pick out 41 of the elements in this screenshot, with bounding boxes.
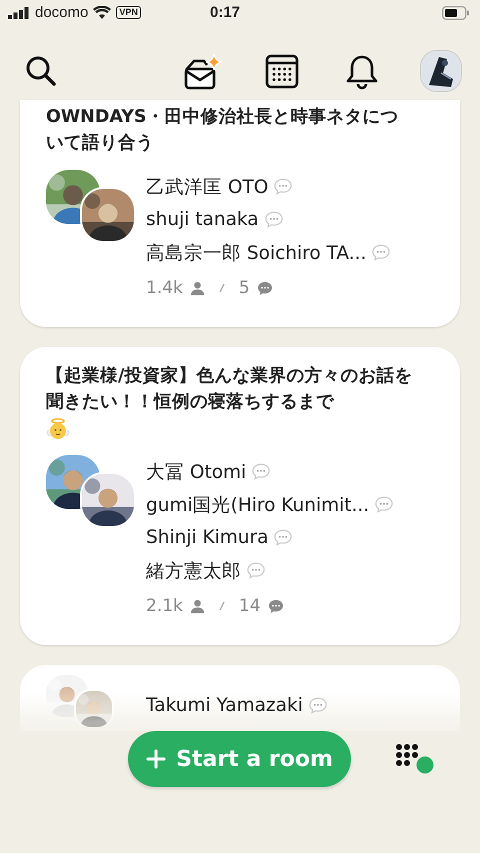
chat-bubble-icon bbox=[247, 562, 265, 579]
speaker-name: Shinji Kimura bbox=[146, 527, 268, 548]
chat-bubble-icon bbox=[372, 244, 390, 261]
room-card[interactable]: 【起業様/投資家】色んな業界の方々のお話を聞きたい！！恒例の寝落ちするまで 大冨 Otomi gumi国光(Hiro Kunimit... Shinji Kimura 緒方憲太郎 2.1k 14 bbox=[20, 347, 460, 645]
chat-bubble-icon bbox=[252, 463, 270, 480]
room-title: OWNDAYS・田中修治社長と時事ネタについて語り合う bbox=[46, 107, 398, 153]
speaker-name: Takumi Yamazaki bbox=[146, 695, 303, 716]
chat-bubble-icon bbox=[268, 598, 284, 614]
dial-grid-icon[interactable] bbox=[395, 743, 435, 775]
vpn-badge: VPN bbox=[116, 6, 141, 19]
room-card[interactable]: Takumi Yamazaki bbox=[20, 665, 460, 731]
chat-bubble-icon bbox=[308, 697, 327, 714]
chat-bubble-icon bbox=[375, 496, 394, 513]
speaker-count: 14 bbox=[238, 596, 261, 616]
chat-bubble-icon bbox=[274, 529, 292, 546]
envelope-sparkle-icon[interactable] bbox=[182, 52, 222, 92]
room-title: 【起業様/投資家】色んな業界の方々のお話を聞きたい！！恒例の寝落ちするまで bbox=[46, 366, 412, 412]
signal-icon bbox=[8, 6, 30, 18]
person-icon bbox=[190, 280, 205, 296]
profile-avatar[interactable] bbox=[420, 50, 462, 92]
battery-icon bbox=[442, 6, 470, 20]
carrier-name: docomo bbox=[35, 4, 88, 21]
clock-time: 0:17 bbox=[208, 4, 242, 21]
slash-icon bbox=[218, 600, 226, 612]
speaker-name: 大冨 Otomi bbox=[146, 461, 246, 484]
room-card[interactable]: OWNDAYS・田中修治社長と時事ネタについて語り合う 乙武洋匡 OTO shuji tanaka 高島宗一郎 Soichiro TA... 1.4k 5 bbox=[20, 100, 460, 327]
speaker-name: 高島宗一郎 Soichiro TA... bbox=[146, 242, 366, 265]
chat-bubble-icon bbox=[264, 211, 283, 228]
wifi-icon bbox=[93, 6, 112, 19]
person-icon bbox=[190, 598, 205, 614]
chat-bubble-icon bbox=[274, 178, 292, 195]
speaker-name: 乙武洋匡 OTO bbox=[146, 176, 268, 199]
listener-count: 2.1k bbox=[146, 596, 183, 616]
listener-count: 1.4k bbox=[146, 278, 183, 298]
speaker-count: 5 bbox=[238, 278, 250, 298]
speaker-name: gumi国光(Hiro Kunimit... bbox=[146, 494, 370, 517]
plus-icon bbox=[146, 749, 166, 769]
speaker-name: shuji tanaka bbox=[146, 209, 259, 230]
chat-bubble-icon bbox=[256, 280, 273, 296]
speaker-name: 緒方憲太郎 bbox=[146, 560, 241, 583]
slash-icon bbox=[218, 282, 226, 294]
